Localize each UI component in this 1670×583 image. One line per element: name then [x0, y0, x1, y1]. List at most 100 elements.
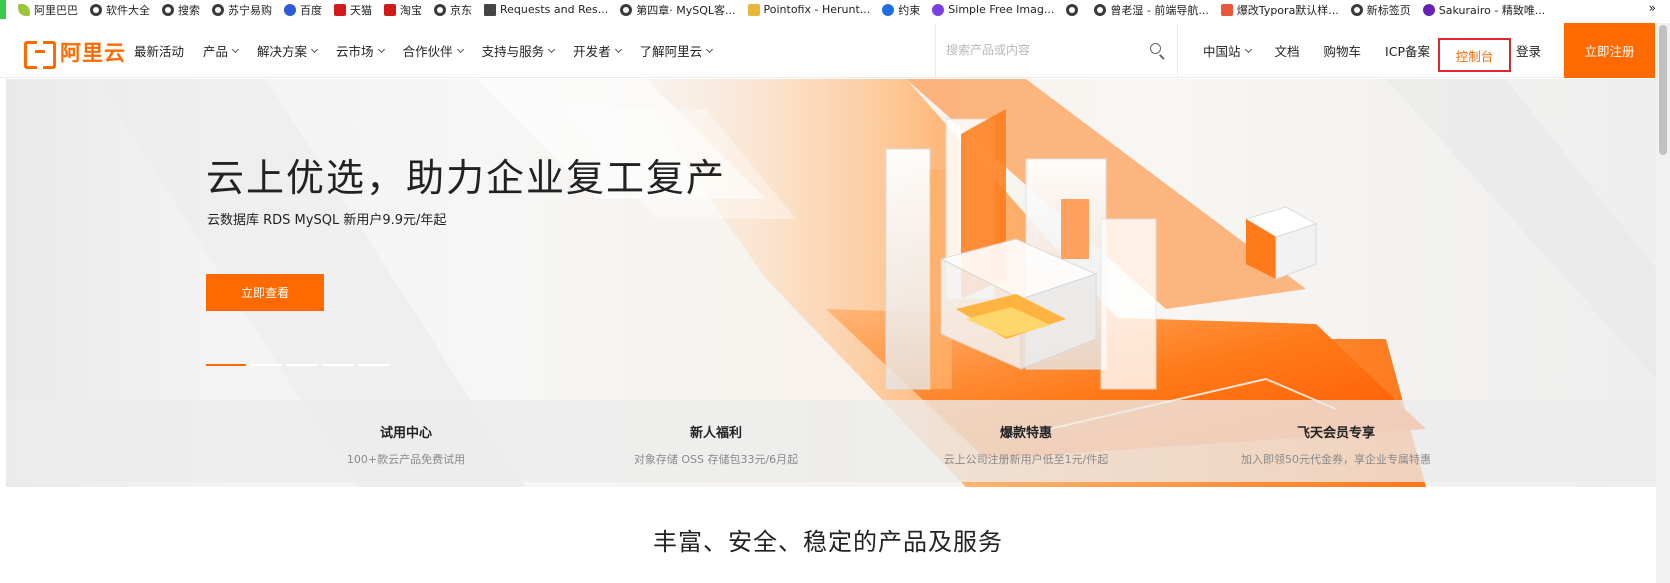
logo-text: 阿里云 — [60, 41, 126, 65]
globe-icon — [212, 3, 224, 16]
nav-menu-item-3[interactable]: 云市场 — [336, 41, 385, 60]
feature-card[interactable]: 试用中心 100+款云产品免费试用 — [251, 400, 561, 482]
nav-menu-item-6[interactable]: 开发者 — [573, 41, 622, 60]
console-link[interactable]: 控制台 — [1438, 38, 1511, 72]
carousel-dot[interactable] — [250, 364, 282, 366]
carousel-dot[interactable] — [322, 364, 354, 366]
nav-right-item-1[interactable]: 文档 — [1275, 41, 1300, 60]
nav-menu-item-label: 了解阿里云 — [639, 44, 703, 59]
s-icon — [932, 3, 945, 16]
carousel-dot[interactable] — [358, 364, 390, 366]
bookmark-item[interactable]: Simple Free Imag... — [932, 3, 1054, 16]
chevron-down-icon — [377, 45, 385, 53]
chevron-down-icon — [456, 45, 464, 53]
nav-menu-item-4[interactable]: 合作伙伴 — [403, 41, 464, 60]
feature-card[interactable]: 新人福利 对象存储 OSS 存储包33元/6月起 — [561, 400, 871, 482]
bookmark-item[interactable]: 百度 — [284, 2, 322, 18]
section-title: 丰富、安全、稳定的产品及服务 — [653, 528, 1003, 556]
hero-title: 云上优选，助力企业复工复产 — [206, 156, 727, 200]
bookmark-item[interactable]: 京东 — [434, 2, 472, 18]
bookmark-item[interactable]: 搜索 — [162, 2, 200, 18]
bookmark-label: 淘宝 — [400, 3, 422, 17]
globe-icon — [90, 3, 102, 16]
nav-right-item-label: 购物车 — [1323, 44, 1362, 59]
bookmark-item[interactable]: 阿里巴巴 — [18, 2, 78, 18]
chevron-down-icon — [548, 45, 556, 53]
globe-icon — [1094, 3, 1107, 16]
scrollbar-thumb[interactable] — [1659, 25, 1667, 155]
paw-icon — [284, 3, 296, 16]
globe-icon — [162, 3, 174, 16]
page-scrollbar[interactable] — [1656, 23, 1670, 583]
nav-right-item-3[interactable]: ICP备案 — [1385, 41, 1430, 60]
bookmark-item[interactable]: 第四章· MySQL客... — [620, 2, 736, 18]
bookmark-item[interactable]: 苏宁易购 — [212, 2, 272, 18]
feature-description: 云上公司注册新用户低至1元/件起 — [943, 453, 1109, 466]
carousel-indicators — [206, 364, 394, 366]
nav-menu-item-label: 开发者 — [573, 44, 611, 59]
nav-menu-item-label: 支持与服务 — [481, 44, 545, 59]
view-now-button[interactable]: 立即查看 — [206, 274, 324, 311]
nav-menu-item-label: 产品 — [203, 44, 229, 59]
bookmark-label: Sakurairo - 精致唯... — [1438, 3, 1546, 17]
carousel-dot[interactable] — [206, 364, 246, 366]
bookmark-item[interactable]: 新标签页 — [1350, 2, 1411, 18]
nav-right-links: 中国站 文档 购物车 ICP备案 — [1203, 23, 1454, 78]
nav-menu-item-1[interactable]: 产品 — [203, 41, 240, 60]
nav-menu-item-2[interactable]: 解决方案 — [257, 41, 319, 60]
red-icon — [1220, 3, 1233, 16]
bookmarks-bar: 阿里巴巴 软件大全 搜索 苏宁易购 百度 天猫 淘宝 京东 Requests and Res..… — [0, 0, 1670, 19]
bookmark-item[interactable]: Sakurairo - 精致唯... — [1422, 2, 1546, 18]
bookmark-label: 阿里巴巴 — [34, 3, 78, 17]
search-input[interactable] — [946, 40, 1146, 60]
bookmark-item[interactable]: 软件大全 — [90, 2, 150, 18]
chevron-down-icon — [1244, 45, 1252, 53]
feature-card[interactable]: 飞天会员专享 加入即领50元代金券，享企业专属特惠 — [1181, 400, 1491, 482]
chevron-down-icon — [706, 45, 714, 53]
nav-right-item-0[interactable]: 中国站 — [1203, 41, 1252, 60]
nav-menu-item-label: 最新活动 — [134, 44, 185, 59]
nav-menu-item-7[interactable]: 了解阿里云 — [639, 41, 714, 60]
bookmark-label: 第四章· MySQL客... — [636, 3, 736, 17]
bookmark-item[interactable] — [1066, 3, 1082, 16]
pointofix-icon — [747, 3, 760, 16]
bookmark-label: 新标签页 — [1366, 3, 1411, 17]
bookmark-label: 爆改Typora默认样... — [1236, 3, 1339, 17]
nav-right-item-label: 文档 — [1274, 44, 1300, 59]
bookmark-label: Pointofix - Herunt... — [763, 3, 871, 16]
top-navigation: 阿里云 最新活动 产品 解决方案 云市场 合作伙伴 支持与服务 开发者 了解阿里云 中国站 文档… — [0, 23, 1655, 78]
feature-card[interactable]: 爆款特惠云上公司注册新用户低至1元/件起 — [871, 400, 1181, 482]
aliyun-logo-icon — [24, 41, 56, 69]
bookmark-item[interactable]: 爆改Typora默认样... — [1220, 2, 1339, 18]
bookmark-item[interactable]: Pointofix - Herunt... — [747, 3, 871, 16]
bookmark-item[interactable]: Requests and Res... — [484, 3, 608, 16]
main-menu: 最新活动 产品 解决方案 云市场 合作伙伴 支持与服务 开发者 了解阿里云 — [134, 23, 731, 78]
book-icon — [484, 3, 496, 16]
register-button[interactable]: 立即注册 — [1564, 23, 1655, 78]
search-box — [935, 23, 1178, 78]
bookmark-label: 曾老湿 - 前端导航... — [1110, 3, 1209, 17]
feature-title: 爆款特惠 — [999, 426, 1052, 441]
nav-menu-item-0[interactable]: 最新活动 — [134, 41, 184, 60]
bookmark-label: Simple Free Imag... — [948, 3, 1055, 16]
bookmark-label: 天猫 — [350, 3, 372, 17]
bookmark-label: 软件大全 — [106, 3, 150, 17]
tmall-icon — [334, 3, 346, 16]
bookmark-label: 搜索 — [178, 3, 200, 17]
bookmark-item[interactable]: 约束 — [882, 2, 920, 18]
feature-description: 100+款云产品免费试用 — [346, 453, 466, 466]
bookmark-item[interactable]: 淘宝 — [384, 2, 422, 18]
chevron-down-icon — [311, 45, 319, 53]
nav-right-item-label: 中国站 — [1203, 44, 1241, 59]
nav-right-item-2[interactable]: 购物车 — [1324, 41, 1362, 60]
login-link[interactable]: 登录 — [1516, 23, 1541, 78]
bookmarks-overflow-button[interactable]: » — [1649, 1, 1656, 15]
nav-menu-item-5[interactable]: 支持与服务 — [481, 41, 556, 60]
taobao-icon — [384, 3, 396, 16]
hero-subtitle: 云数据库 RDS MySQL 新用户9.9元/年起 — [207, 213, 447, 228]
carousel-dot[interactable] — [286, 364, 318, 366]
bookmark-item[interactable]: 天猫 — [334, 2, 372, 18]
bookmark-item[interactable]: 曾老湿 - 前端导航... — [1094, 2, 1209, 18]
aliyun-logo[interactable]: 阿里云 — [24, 37, 126, 69]
search-icon[interactable] — [1150, 43, 1161, 54]
